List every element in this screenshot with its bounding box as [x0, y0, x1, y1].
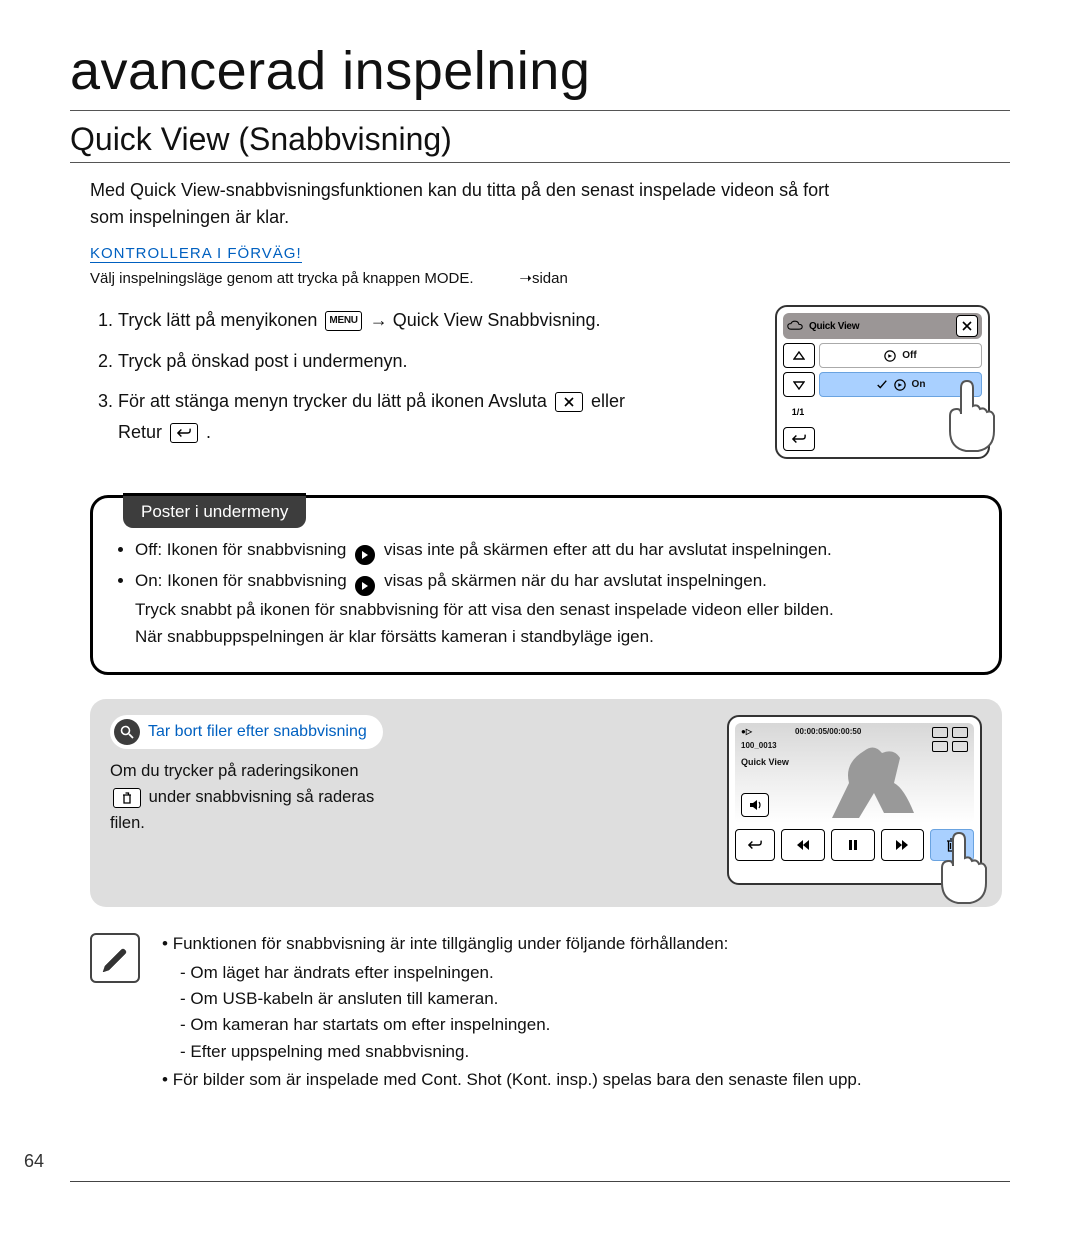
- preflight-label: KONTROLLERA I FÖRVÄG!: [90, 245, 302, 263]
- step-item: För att stänga menyn trycker du lätt på …: [118, 386, 745, 447]
- quick-view-word: Quick View: [393, 310, 483, 330]
- intro-line: som inspelningen är klar.: [90, 207, 289, 227]
- pointing-hand-icon: [928, 828, 998, 913]
- text: visas på skärmen när du har avslutat ins…: [384, 571, 767, 590]
- text: Snabbvisning.: [482, 310, 600, 330]
- submenu-items-box: Poster i undermeny Off: Ikonen för snabb…: [90, 495, 1002, 675]
- pointing-hand-icon: [936, 376, 1006, 461]
- text: Retur: [118, 422, 167, 442]
- device-menu-screenshot: Quick View Off: [775, 305, 990, 459]
- text: filen.: [110, 814, 145, 832]
- rewind-button[interactable]: [781, 829, 825, 861]
- divider: [70, 110, 1010, 111]
- text: För bilder som är inspelade med: [173, 1070, 422, 1089]
- section-title: avancerad inspelning: [70, 40, 1010, 102]
- text: För att stänga menyn trycker du lätt på …: [118, 391, 547, 411]
- page-ref: ➝sidan: [519, 270, 567, 287]
- return-button[interactable]: [783, 427, 815, 451]
- quick-view-play-icon: [355, 576, 375, 596]
- mode-word: MODE: [424, 270, 469, 287]
- return-button[interactable]: [735, 829, 775, 861]
- step-item: Tryck på önskad post i undermenyn.: [118, 346, 745, 377]
- close-icon: [555, 392, 583, 412]
- close-button[interactable]: [956, 315, 978, 337]
- tip-text: Om du trycker på raderingsikonen under s…: [110, 759, 703, 836]
- step-list: Tryck lätt på menyikonen MENU → Quick Vi…: [90, 305, 745, 457]
- text: Off: Ikonen för snabbvisning: [135, 540, 351, 559]
- text: On: Ikonen för snabbvisning: [135, 571, 351, 590]
- note-text: • Funktionen för snabbvisning är inte ti…: [162, 931, 862, 1093]
- text: .: [469, 270, 473, 287]
- menu-title: Quick View: [809, 321, 950, 332]
- text: Tryck snabbt på ikonen för snabbvisning …: [135, 600, 834, 619]
- tip-chip-text: Tar bort filer efter snabbvisning: [148, 720, 367, 745]
- video-thumbnail: [824, 743, 924, 823]
- list-item: Off: Ikonen för snabbvisning visas inte …: [135, 536, 979, 565]
- text: (Kont. insp.) spelas bara den senaste fi…: [502, 1070, 862, 1089]
- rec-state-icon: ●▷: [741, 727, 752, 736]
- delete-icon: [113, 788, 141, 808]
- magnifier-icon: [114, 719, 140, 745]
- page-number: 64: [24, 1151, 44, 1172]
- return-icon: [170, 423, 198, 443]
- poster-list: Off: Ikonen för snabbvisning visas inte …: [113, 536, 979, 650]
- device-playback-screenshot: ●▷ 00:00:05/00:00:50 100_0013 Quick View: [727, 715, 982, 885]
- cont-shot-word: Cont. Shot: [421, 1070, 501, 1089]
- text: Välj inspelningsläge genom att trycka på…: [90, 270, 424, 287]
- list-item: Om USB-kabeln är ansluten till kameran.: [180, 986, 862, 1012]
- up-button[interactable]: [783, 343, 815, 368]
- text: .: [206, 422, 211, 442]
- menu-icon: MENU: [325, 311, 361, 331]
- volume-button[interactable]: [741, 793, 769, 817]
- label: On: [912, 379, 926, 390]
- status-icons: [932, 727, 968, 738]
- text: Om du trycker på raderingsikonen: [110, 762, 359, 780]
- text: Tryck lätt på menyikonen: [118, 310, 322, 330]
- quick-view-play-icon: [355, 545, 375, 565]
- down-button[interactable]: [783, 372, 815, 397]
- list-item: Efter uppspelning med snabbvisning.: [180, 1039, 862, 1065]
- intro-line: Med Quick View-snabbvisningsfunktionen k…: [90, 180, 829, 200]
- subsection-title: Quick View (Snabbvisning): [70, 121, 1010, 163]
- quick-view-label: Quick View: [741, 757, 789, 767]
- divider: [70, 1181, 1010, 1182]
- note-block: • Funktionen för snabbvisning är inte ti…: [90, 931, 1002, 1093]
- list-item: On: Ikonen för snabbvisning visas på skä…: [135, 567, 979, 650]
- text: visas inte på skärmen efter att du har a…: [384, 540, 832, 559]
- intro-paragraph: Med Quick View-snabbvisningsfunktionen k…: [90, 177, 990, 231]
- tip-chip: Tar bort filer efter snabbvisning: [110, 715, 383, 749]
- delete-tip-box: Tar bort filer efter snabbvisning Om du …: [90, 699, 1002, 907]
- menu-option-off[interactable]: Off: [819, 343, 982, 368]
- step-item: Tryck lätt på menyikonen MENU → Quick Vi…: [118, 305, 745, 336]
- status-icons: [932, 741, 968, 752]
- text: eller: [591, 391, 625, 411]
- preflight-text: Välj inspelningsläge genom att trycka på…: [90, 269, 990, 287]
- pause-button[interactable]: [831, 829, 875, 861]
- forward-button[interactable]: [881, 829, 925, 861]
- text: under snabbvisning så raderas: [149, 788, 375, 806]
- list-item: Om kameran har startats om efter inspeln…: [180, 1012, 862, 1038]
- text: När snabbuppspelningen är klar försätts …: [135, 627, 654, 646]
- page-indicator: 1/1: [783, 401, 813, 423]
- submenu-items-tab: Poster i undermeny: [123, 493, 306, 528]
- list-item: Om läget har ändrats efter inspelningen.: [180, 960, 862, 986]
- file-number: 100_0013: [741, 741, 777, 750]
- note-icon: [90, 933, 140, 983]
- label: Off: [902, 350, 916, 361]
- cloud-icon: [787, 319, 803, 333]
- note-intro: Funktionen för snabbvisning är inte till…: [173, 934, 729, 953]
- time-counter: 00:00:05/00:00:50: [795, 727, 861, 736]
